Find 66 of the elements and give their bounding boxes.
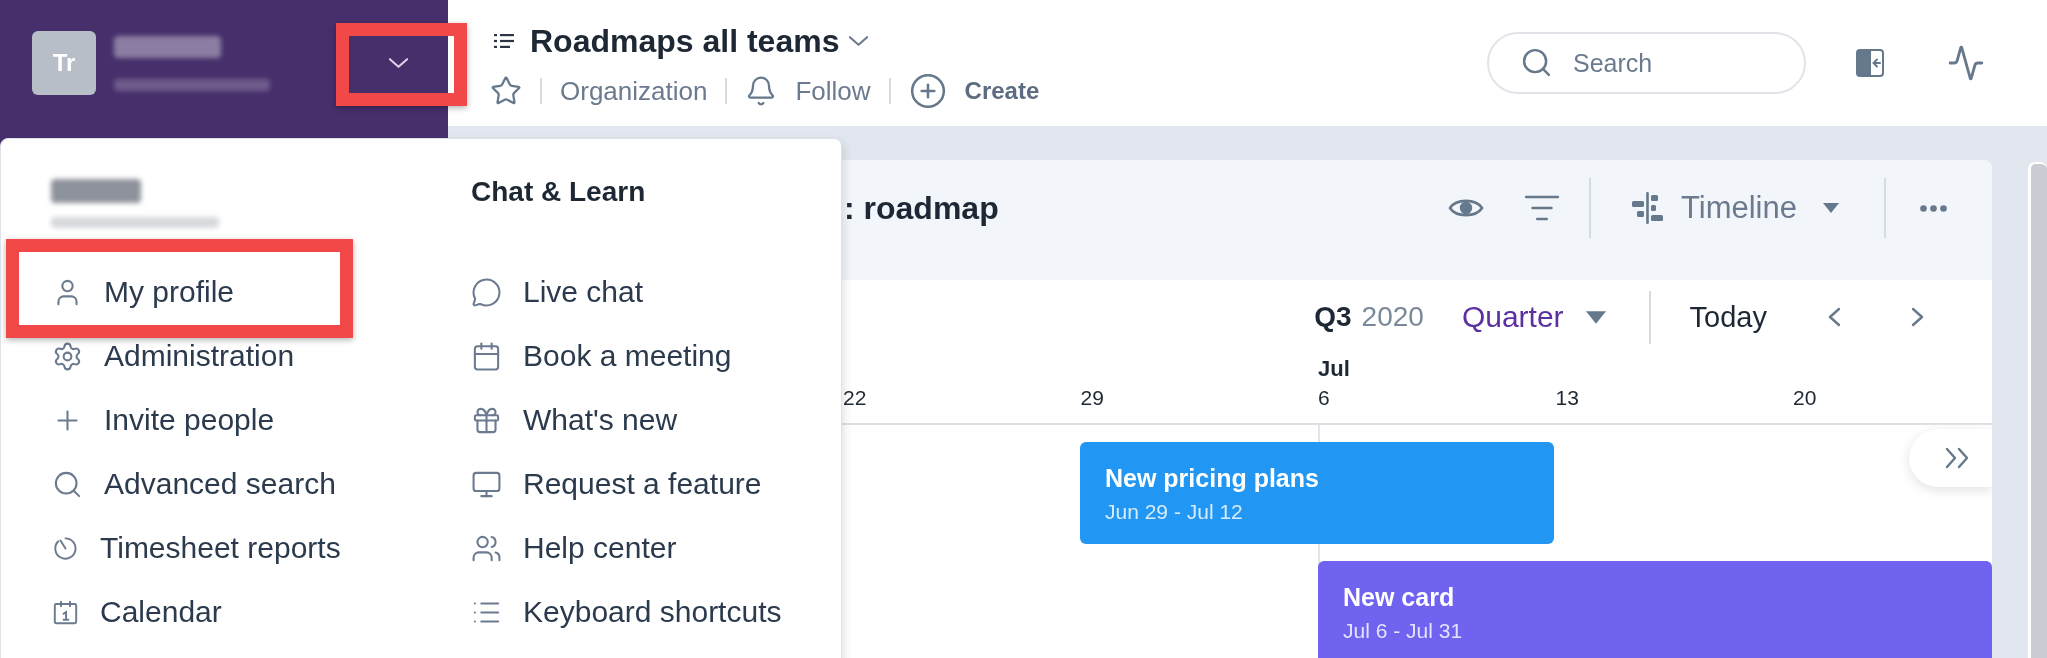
expand-button[interactable]: [1909, 429, 1992, 487]
menu-item[interactable]: Book a meeting: [471, 339, 732, 373]
today-button[interactable]: Today: [1689, 300, 1767, 334]
next-button[interactable]: [1911, 307, 1924, 327]
settings-icon: [52, 340, 83, 372]
menu-item[interactable]: Request a feature: [471, 467, 762, 501]
view-dropdown[interactable]: Timeline: [1632, 190, 1839, 226]
menu-item[interactable]: Administration: [52, 339, 295, 373]
month-label: Jul: [1318, 355, 1350, 383]
menu-item[interactable]: My profile: [52, 275, 235, 309]
timeline-icon: [1632, 192, 1663, 224]
menu-item[interactable]: What's new: [471, 403, 678, 437]
day-label: 29: [1080, 385, 1104, 411]
search-field[interactable]: Search: [1487, 32, 1806, 94]
day-label: 6: [1318, 385, 1330, 411]
pulse-icon: [1947, 44, 1985, 82]
page-title: Roadmaps all teams: [530, 22, 840, 61]
menu-item[interactable]: Help center: [471, 531, 677, 565]
calendar-icon: [471, 340, 502, 372]
eye-icon: [1448, 197, 1484, 219]
card-title: New card: [1343, 582, 1455, 613]
calendar-icon: [52, 598, 79, 626]
scope-link[interactable]: Organization: [560, 75, 708, 107]
day-label: 13: [1555, 385, 1579, 411]
menu-item[interactable]: Invite people: [52, 403, 275, 437]
chevron-left-icon: [1828, 307, 1841, 327]
caret-down-icon: [1585, 310, 1606, 324]
more-icon: [1920, 204, 1947, 212]
card-title: New pricing plans: [1105, 463, 1319, 494]
menu-item[interactable]: Calendar: [52, 595, 222, 629]
visibility-button[interactable]: [1448, 197, 1484, 219]
search-icon: [1520, 46, 1553, 79]
panel-toggle-button[interactable]: [1856, 49, 1884, 77]
caret-down-icon: [1823, 203, 1839, 213]
chevron-right-icon: [1911, 307, 1924, 327]
more-button[interactable]: [1920, 204, 1947, 212]
follow-button[interactable]: Follow: [745, 75, 871, 107]
previous-button[interactable]: [1828, 307, 1841, 327]
menu-item[interactable]: Keyboard shortcuts: [471, 595, 782, 629]
chevron-down-icon[interactable]: [848, 35, 870, 47]
star-icon: [490, 75, 522, 107]
day-label: 22: [843, 385, 867, 411]
activity-button[interactable]: [1947, 44, 1985, 82]
timer-icon: [52, 534, 79, 562]
menu-item[interactable]: Live chat: [471, 275, 644, 309]
menu-item[interactable]: Timesheet reports: [52, 531, 341, 565]
panel-icon: [1856, 49, 1884, 77]
quarter-label: Q3: [1314, 301, 1352, 333]
menu-item[interactable]: Advanced search: [52, 467, 336, 501]
scale-dropdown[interactable]: Quarter: [1461, 300, 1606, 334]
chevron-down-icon: [387, 57, 409, 69]
scrollbar-thumb[interactable]: [2028, 162, 2047, 658]
avatar: Tr: [32, 31, 96, 95]
day-label: 20: [1793, 385, 1817, 411]
double-chevron-right-icon: [1945, 447, 1970, 469]
list-icon: [494, 34, 514, 48]
timeline-card[interactable]: New card Jul 6 - Jul 31: [1318, 561, 1992, 658]
board-title: : roadmap: [844, 189, 999, 228]
favorite-button[interactable]: [490, 75, 522, 107]
card-dates: Jul 6 - Jul 31: [1343, 618, 1463, 644]
plus-circle-icon: [908, 72, 947, 110]
menu-heading: Chat & Learn: [471, 175, 646, 209]
year-label: 2020: [1361, 301, 1424, 333]
card-dates: Jun 29 - Jul 12: [1105, 499, 1243, 525]
chat-bubble-icon: [471, 276, 502, 308]
create-button[interactable]: Create: [908, 72, 1040, 110]
